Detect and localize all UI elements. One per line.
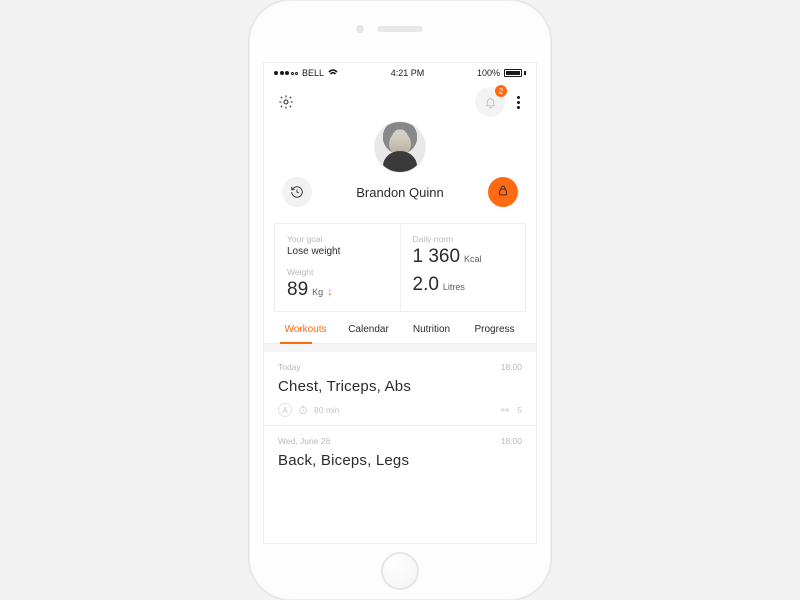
dumbbell-icon xyxy=(499,405,511,415)
status-bar: BELL 4:21 PM 100% xyxy=(264,63,536,81)
home-button[interactable] xyxy=(381,552,419,590)
workout-day: Wed, June 26 xyxy=(278,436,330,446)
clock-icon xyxy=(298,405,308,415)
profile-section: Brandon Quinn xyxy=(264,117,536,217)
stats-right: Daily norm 1 360 Kcal 2.0 Litres xyxy=(401,224,526,311)
phone-speaker xyxy=(377,26,423,32)
tab-calendar[interactable]: Calendar xyxy=(337,324,400,343)
goal-label: Your goal xyxy=(287,234,388,244)
settings-button[interactable] xyxy=(278,94,294,110)
workout-item[interactable]: Today 18:00 Chest, Triceps, Abs A 80 min… xyxy=(264,352,536,426)
phone-camera xyxy=(356,25,364,33)
norm-label: Daily norm xyxy=(413,234,514,244)
avatar[interactable] xyxy=(374,121,426,173)
workout-title: Chest, Triceps, Abs xyxy=(278,378,522,395)
tab-progress[interactable]: Progress xyxy=(463,324,526,343)
stats-left: Your goal Lose weight Weight 89 Kg ↓ xyxy=(275,224,401,311)
battery-percent: 100% xyxy=(477,68,500,78)
app-screen: BELL 4:21 PM 100% 2 xyxy=(263,62,537,544)
workout-day: Today xyxy=(278,362,301,372)
primary-action-button[interactable] xyxy=(488,177,518,207)
signal-icon xyxy=(274,71,298,75)
kcal-value: 1 360 Kcal xyxy=(413,246,514,268)
clock-label: 4:21 PM xyxy=(391,68,425,78)
tab-workouts[interactable]: Workouts xyxy=(274,324,337,343)
level-badge: A xyxy=(278,403,292,417)
wifi-icon xyxy=(328,69,338,77)
carrier-label: BELL xyxy=(302,68,324,78)
section-gap xyxy=(264,344,536,352)
workout-duration: 80 min xyxy=(314,405,340,415)
goal-value: Lose weight xyxy=(287,246,388,257)
tab-nutrition[interactable]: Nutrition xyxy=(400,324,463,343)
weight-value: 89 Kg ↓ xyxy=(287,279,388,301)
phone-frame: BELL 4:21 PM 100% 2 xyxy=(249,0,551,600)
notification-badge: 2 xyxy=(495,85,507,97)
workout-time: 18:00 xyxy=(501,436,522,446)
workout-title: Back, Biceps, Legs xyxy=(278,452,522,469)
litres-value: 2.0 Litres xyxy=(413,274,514,296)
more-menu-button[interactable] xyxy=(515,94,522,111)
battery-icon xyxy=(504,69,526,77)
stats-card: Your goal Lose weight Weight 89 Kg ↓ Dai… xyxy=(274,223,526,312)
workout-time: 18:00 xyxy=(501,362,522,372)
history-button[interactable] xyxy=(282,177,312,207)
workout-item[interactable]: Wed, June 26 18:00 Back, Biceps, Legs xyxy=(264,426,536,485)
notifications-button[interactable]: 2 xyxy=(475,87,505,117)
weight-label: Weight xyxy=(287,267,388,277)
user-name: Brandon Quinn xyxy=(356,185,443,200)
tabs: Workouts Calendar Nutrition Progress xyxy=(264,312,536,344)
trend-down-icon: ↓ xyxy=(327,286,333,298)
workout-sets: 5 xyxy=(517,405,522,415)
